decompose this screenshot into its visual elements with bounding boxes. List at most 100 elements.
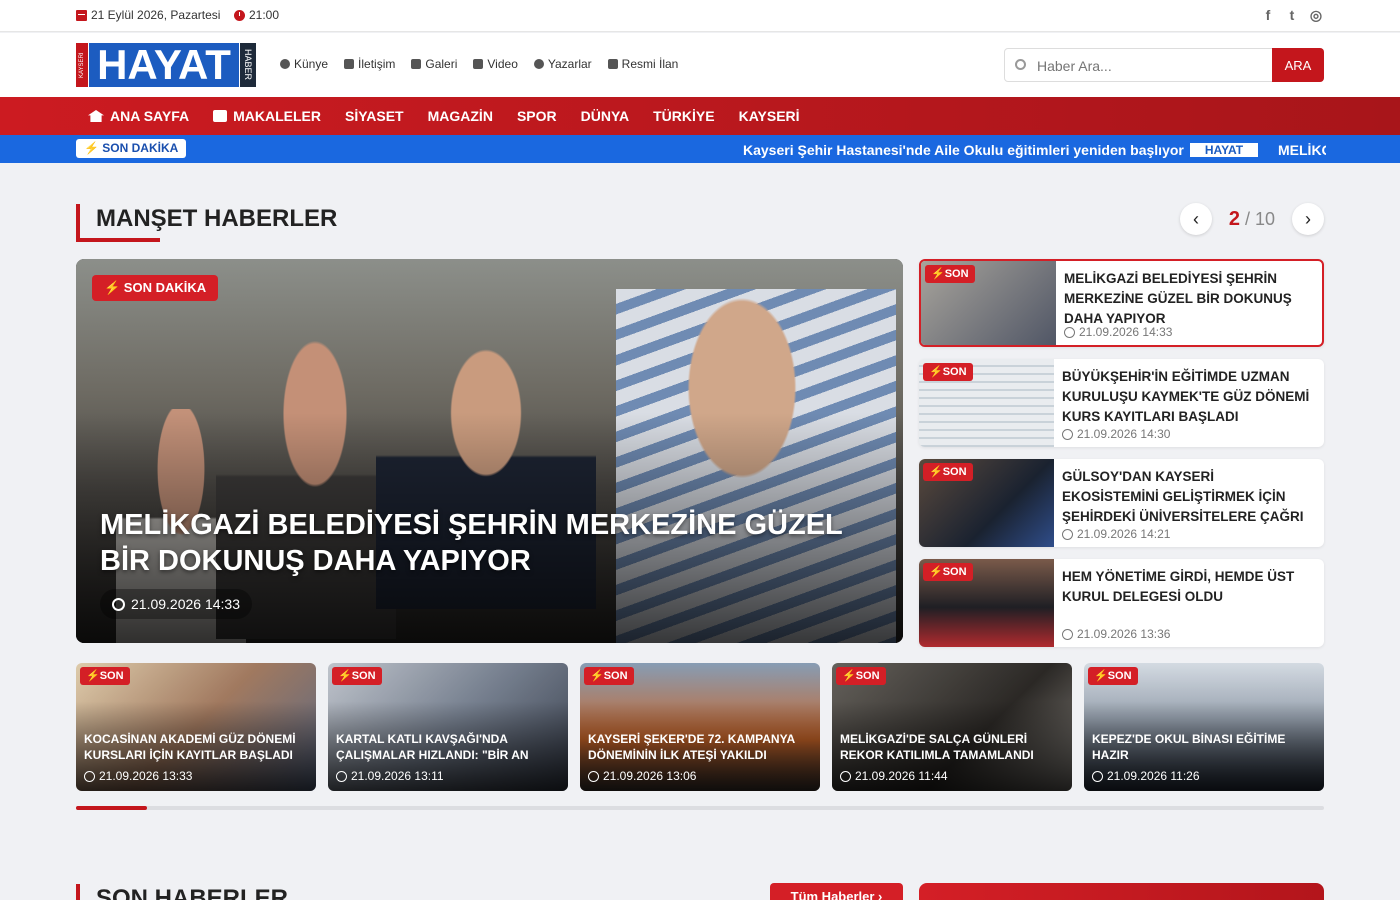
all-news-button[interactable]: Tüm Haberler › <box>770 883 903 900</box>
current-time: 21:00 <box>234 8 279 22</box>
tile-title: KAYSERİ ŞEKER'DE 72. KAMPANYA DÖNEMİNİN … <box>588 732 795 762</box>
nav-galeri[interactable]: Galeri <box>411 57 457 71</box>
logo-city: KAYSERİ <box>79 52 85 78</box>
headline-card[interactable]: ⚡SON MELİKGAZİ BELEDİYESİ ŞEHRİN MERKEZİ… <box>919 259 1324 347</box>
son-badge: ⚡SON <box>1088 667 1138 685</box>
headline-thumb: ⚡SON <box>919 559 1054 647</box>
slider-tile[interactable]: ⚡SON KEPEZ'DE OKUL BİNASI EĞİTİME HAZIR … <box>1084 663 1324 791</box>
menu-item-spor[interactable]: SPOR <box>517 108 557 124</box>
tile-date-text: 21.09.2026 13:11 <box>351 769 444 783</box>
slider-tile[interactable]: ⚡SON KARTAL KATLI KAVŞAĞI'NDA ÇALIŞMALAR… <box>328 663 568 791</box>
nav-resmi-ilan[interactable]: Resmi İlan <box>607 57 679 71</box>
section-title-manset: MANŞET HABERLER <box>76 204 337 242</box>
clock-icon <box>588 770 599 782</box>
ticker-headline[interactable]: Kayseri Şehir Hastanesi'nde Aile Okulu e… <box>743 142 1184 158</box>
ticker-headline-next[interactable]: MELİKGAZİ <box>1278 142 1326 158</box>
nav-iletisim[interactable]: İletişim <box>344 57 395 71</box>
nav-video[interactable]: Video <box>473 57 518 71</box>
nav-label: İletişim <box>358 57 396 71</box>
clock-icon <box>1062 528 1073 540</box>
clock-icon <box>336 770 347 782</box>
son-badge: ⚡SON <box>584 667 634 685</box>
info-icon <box>280 59 290 69</box>
headline-thumb: ⚡SON <box>921 261 1056 345</box>
page-indicator: 2 / 10 <box>1212 208 1292 231</box>
tile-date: 21.09.2026 13:11 <box>336 769 444 783</box>
clock-icon <box>84 770 95 782</box>
nav-label: Künye <box>294 57 329 71</box>
menu-item-dunya[interactable]: DÜNYA <box>581 108 630 124</box>
slider-tile[interactable]: ⚡SON KAYSERİ ŞEKER'DE 72. KAMPANYA DÖNEM… <box>580 663 820 791</box>
hero-article[interactable]: ⚡ SON DAKİKA MELİKGAZİ BELEDİYESİ ŞEHRİN… <box>76 259 903 643</box>
envelope-icon <box>344 59 355 69</box>
prev-arrow-icon[interactable]: ‹ <box>1180 203 1212 235</box>
time-text: 21:00 <box>249 8 280 22</box>
nav-label: Resmi İlan <box>621 57 679 71</box>
hero-date-text: 21.09.2026 14:33 <box>131 596 240 612</box>
ticker-logo: HAYAT <box>1190 143 1258 157</box>
headline-thumb: ⚡SON <box>919 359 1054 447</box>
menu-item-ana-sayfa[interactable]: ANA SAYFA <box>88 108 189 124</box>
slider-pager: ‹ 2 / 10 › <box>1180 202 1324 236</box>
search-button[interactable]: ARA <box>1272 48 1324 82</box>
menu-item-kayseri[interactable]: KAYSERİ <box>739 108 800 124</box>
site-logo[interactable]: KAYSERİ HAYAT HABER <box>76 43 256 87</box>
menu-item-makaleler[interactable]: MAKALELER <box>213 108 321 124</box>
calendar-icon <box>76 9 87 21</box>
newspaper-icon <box>213 110 228 122</box>
clock-icon <box>1092 770 1103 782</box>
search-input[interactable] <box>1037 55 1267 77</box>
headline-card[interactable]: ⚡SON BÜYÜKŞEHİR'İN EĞİTİMDE UZMAN KURULU… <box>919 359 1324 447</box>
son-badge: ⚡SON <box>836 667 886 685</box>
logo-side: HABER <box>243 49 253 81</box>
tile-title: MELİKGAZİ'DE SALÇA GÜNLERİ REKOR KATILIM… <box>840 732 1034 762</box>
headline-date: 21.09.2026 14:21 <box>1062 527 1170 541</box>
breaking-news-ticker: ⚡ SON DAKİKA Kayseri Şehir Hastanesi'nde… <box>0 135 1400 163</box>
site-header: KAYSERİ HAYAT HABER Künye İletişim Galer… <box>0 33 1400 97</box>
breaking-badge-label: SON DAKİKA <box>102 141 179 155</box>
slider-tile[interactable]: ⚡SON MELİKGAZİ'DE SALÇA GÜNLERİ REKOR KA… <box>832 663 1072 791</box>
instagram-icon[interactable]: ◎ <box>1308 6 1324 24</box>
tile-title: KOCASİNAN AKADEMİ GÜZ DÖNEMİ KURSLARI İÇ… <box>84 732 296 762</box>
tile-date: 21.09.2026 13:06 <box>588 769 696 783</box>
top-navigation: Künye İletişim Galeri Video Yazarlar Res… <box>280 57 694 71</box>
headline-date: 21.09.2026 14:33 <box>1064 325 1172 339</box>
video-icon <box>473 59 484 69</box>
hero-title: MELİKGAZİ BELEDİYESİ ŞEHRİN MERKEZİNE GÜ… <box>100 509 843 577</box>
son-badge: ⚡SON <box>925 265 975 283</box>
headline-date-text: 21.09.2026 14:21 <box>1077 527 1171 541</box>
file-icon <box>607 59 618 69</box>
tile-date-text: 21.09.2026 13:33 <box>99 769 193 783</box>
top-bar: 21 Eylül 2026, Pazartesi 21:00 f t ◎ <box>0 0 1400 32</box>
bolt-icon: ⚡ <box>84 141 99 155</box>
headline-title: GÜLSOY'DAN KAYSERİ EKOSİSTEMİNİ GELİŞTİR… <box>1062 469 1304 524</box>
twitter-icon[interactable]: t <box>1284 6 1300 24</box>
next-arrow-icon[interactable]: › <box>1292 203 1324 235</box>
sidebar-widget-header <box>919 883 1324 900</box>
headline-date-text: 21.09.2026 14:30 <box>1077 427 1171 441</box>
tile-date-text: 21.09.2026 11:44 <box>855 769 948 783</box>
clock-icon <box>840 770 851 782</box>
slider-thumbnails: ⚡SON KOCASİNAN AKADEMİ GÜZ DÖNEMİ KURSLA… <box>76 663 1324 791</box>
headline-title: MELİKGAZİ BELEDİYESİ ŞEHRİN MERKEZİNE GÜ… <box>1064 271 1292 326</box>
menu-item-siyaset[interactable]: SİYASET <box>345 108 404 124</box>
clock-icon <box>112 597 125 611</box>
nav-yazarlar[interactable]: Yazarlar <box>533 57 592 71</box>
nav-label: Video <box>487 57 518 71</box>
facebook-icon[interactable]: f <box>1260 6 1276 24</box>
date-text: 21 Eylül 2026, Pazartesi <box>91 8 221 22</box>
social-links: f t ◎ <box>1260 6 1324 24</box>
tile-date: 21.09.2026 11:26 <box>1092 769 1200 783</box>
headline-card[interactable]: ⚡SON GÜLSOY'DAN KAYSERİ EKOSİSTEMİNİ GEL… <box>919 459 1324 547</box>
headline-card[interactable]: ⚡SON HEM YÖNETİME GİRDİ, HEMDE ÜST KURUL… <box>919 559 1324 647</box>
headline-title: BÜYÜKŞEHİR'İN EĞİTİMDE UZMAN KURULUŞU KA… <box>1062 369 1310 424</box>
tile-date-text: 21.09.2026 11:26 <box>1107 769 1200 783</box>
tile-title: KARTAL KATLI KAVŞAĞI'NDA ÇALIŞMALAR HIZL… <box>336 732 529 762</box>
menu-item-turkiye[interactable]: TÜRKİYE <box>653 108 714 124</box>
clock-icon <box>1062 628 1073 640</box>
nav-kunye[interactable]: Künye <box>280 57 328 71</box>
menu-item-magazin[interactable]: MAGAZİN <box>428 108 493 124</box>
slider-tile[interactable]: ⚡SON KOCASİNAN AKADEMİ GÜZ DÖNEMİ KURSLA… <box>76 663 316 791</box>
son-badge: ⚡SON <box>332 667 382 685</box>
current-date: 21 Eylül 2026, Pazartesi <box>76 8 220 22</box>
